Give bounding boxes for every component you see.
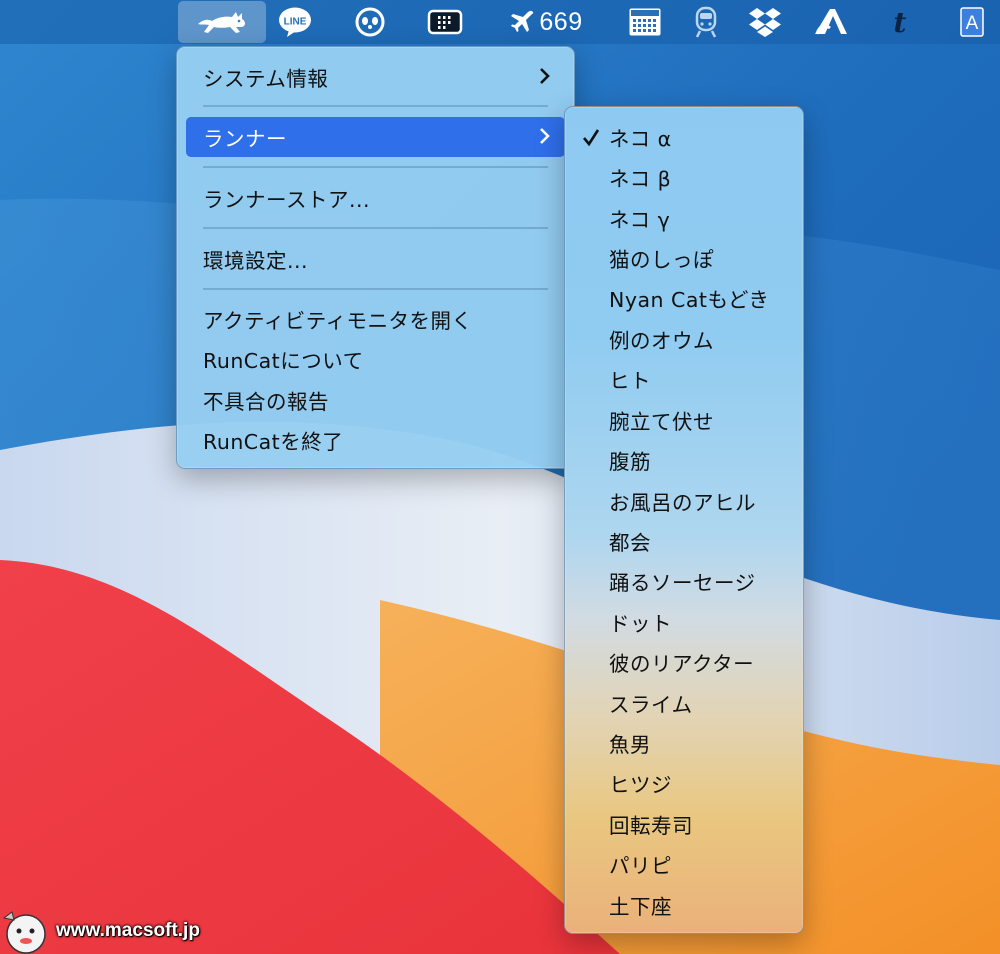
- input-source-menubar-item[interactable]: A: [952, 0, 992, 44]
- runner-item[interactable]: お風呂のアヒル: [565, 481, 803, 521]
- runner-submenu: ネコ α ネコ β ネコ γ 猫のしっぽ Nyan Catもどき 例のオウム ヒ…: [564, 106, 804, 934]
- runner-item[interactable]: ネコ α: [565, 117, 803, 157]
- menu-item-label: アクティビティモニタを開く: [203, 309, 473, 333]
- runner-item[interactable]: 腕立て伏せ: [565, 400, 803, 440]
- menu-item-label: 不具合の報告: [203, 390, 329, 414]
- flight-count: 669: [539, 7, 583, 36]
- menu-item-label: ランナーストア...: [203, 188, 371, 212]
- runner-item-label: ヒト: [609, 369, 651, 393]
- runner-item[interactable]: ネコ γ: [565, 198, 803, 238]
- chevron-right-icon: [540, 128, 550, 144]
- watermark-text: www.macsoft.jp: [56, 920, 200, 941]
- runner-item[interactable]: 踊るソーセージ: [565, 561, 803, 601]
- menu-separator: [203, 166, 548, 168]
- runner-item-label: パリピ: [609, 854, 672, 878]
- checkmark-icon: [583, 129, 600, 147]
- line-menubar-item[interactable]: LINE: [272, 0, 318, 44]
- menu-item-system-info[interactable]: システム情報: [177, 57, 574, 97]
- runner-item-label: 例のオウム: [609, 329, 714, 353]
- chevron-right-icon: [540, 68, 550, 84]
- calendar-icon: [629, 8, 661, 36]
- panda-icon: [355, 7, 385, 37]
- input-source-icon: A: [960, 7, 984, 37]
- menu-bar: LINE 669 t A: [0, 0, 1000, 44]
- menu-separator: [203, 288, 548, 290]
- t-app-icon-text: t: [894, 6, 907, 38]
- menu-separator: [203, 227, 548, 229]
- menu-item-label: RunCatについて: [203, 349, 364, 373]
- runner-item[interactable]: 回転寿司: [565, 804, 803, 844]
- runner-item-label: ネコ γ: [609, 208, 671, 232]
- runner-item[interactable]: 都会: [565, 521, 803, 561]
- runner-item-label: ネコ α: [609, 127, 672, 151]
- runner-item[interactable]: 猫のしっぽ: [565, 238, 803, 278]
- menu-item-about-runcat[interactable]: RunCatについて: [177, 339, 574, 379]
- menu-item-label: RunCatを終了: [203, 430, 344, 454]
- runner-item[interactable]: パリピ: [565, 844, 803, 884]
- runcat-menu: システム情報 ランナー ランナーストア... 環境設定... アクティビティモニ…: [176, 46, 575, 469]
- runner-item[interactable]: 土下座: [565, 885, 803, 925]
- runner-item-label: お風呂のアヒル: [609, 491, 756, 515]
- runner-item-label: 彼のリアクター: [609, 652, 755, 676]
- input-source-letter: A: [966, 13, 979, 34]
- runner-item[interactable]: スライム: [565, 683, 803, 723]
- runner-item-label: 魚男: [609, 733, 651, 757]
- menu-separator: [203, 105, 548, 107]
- atok-icon: [815, 9, 847, 35]
- runner-item-label: ネコ β: [609, 167, 672, 191]
- runner-item-label: 回転寿司: [609, 814, 693, 838]
- runner-item[interactable]: 例のオウム: [565, 319, 803, 359]
- menu-item-label: ランナー: [203, 127, 287, 151]
- runner-item-label: 腹筋: [609, 450, 651, 474]
- menu-item-report-bug[interactable]: 不具合の報告: [177, 380, 574, 420]
- train-icon: [695, 6, 717, 38]
- runner-item[interactable]: ドット: [565, 602, 803, 642]
- train-menubar-item[interactable]: [684, 0, 728, 44]
- watermark: www.macsoft.jp: [0, 908, 220, 954]
- dropbox-menubar-item[interactable]: [742, 0, 788, 44]
- flight-menubar-item[interactable]: 669: [500, 0, 592, 44]
- calendar-menubar-item[interactable]: [622, 0, 668, 44]
- t-app-menubar-item[interactable]: t: [880, 0, 920, 44]
- dropbox-icon: [749, 8, 781, 37]
- runner-item[interactable]: Nyan Catもどき: [565, 278, 803, 318]
- line-icon-text: LINE: [284, 17, 307, 28]
- runner-item-label: Nyan Catもどき: [609, 288, 770, 312]
- menu-item-runner-store[interactable]: ランナーストア...: [177, 178, 574, 218]
- runner-item[interactable]: 魚男: [565, 723, 803, 763]
- runner-item[interactable]: ヒト: [565, 359, 803, 399]
- menu-item-quit-runcat[interactable]: RunCatを終了: [177, 420, 574, 460]
- menu-item-runner[interactable]: ランナー: [186, 117, 565, 157]
- runner-item-label: 猫のしっぽ: [609, 248, 714, 272]
- menu-item-preferences[interactable]: 環境設定...: [177, 239, 574, 279]
- menu-item-label: 環境設定...: [203, 249, 309, 273]
- runner-item[interactable]: 腹筋: [565, 440, 803, 480]
- grid-menubar-item[interactable]: [422, 0, 468, 44]
- runner-item-label: 踊るソーセージ: [609, 571, 756, 595]
- runner-item[interactable]: ネコ β: [565, 157, 803, 197]
- runner-item[interactable]: ヒツジ: [565, 763, 803, 803]
- runner-item-label: 都会: [609, 531, 651, 555]
- runner-item[interactable]: 彼のリアクター: [565, 642, 803, 682]
- airplane-icon: [511, 10, 534, 32]
- grid-window-icon: [427, 9, 463, 35]
- runner-item-label: 土下座: [609, 895, 672, 919]
- runcat-menubar-item[interactable]: [178, 1, 266, 43]
- mascot-icon: [2, 911, 46, 954]
- runner-item-label: ドット: [609, 612, 672, 636]
- runner-item-label: ヒツジ: [609, 773, 672, 797]
- menu-item-label: システム情報: [203, 67, 329, 91]
- line-icon: LINE: [279, 7, 311, 37]
- runner-item-label: スライム: [609, 693, 693, 717]
- t-app-icon: t: [894, 6, 907, 38]
- runner-item-label: 腕立て伏せ: [609, 410, 714, 434]
- menu-item-open-activity-monitor[interactable]: アクティビティモニタを開く: [177, 299, 574, 339]
- atok-menubar-item[interactable]: [808, 0, 854, 44]
- panda-menubar-item[interactable]: [348, 0, 392, 44]
- running-cat-icon: [198, 12, 245, 33]
